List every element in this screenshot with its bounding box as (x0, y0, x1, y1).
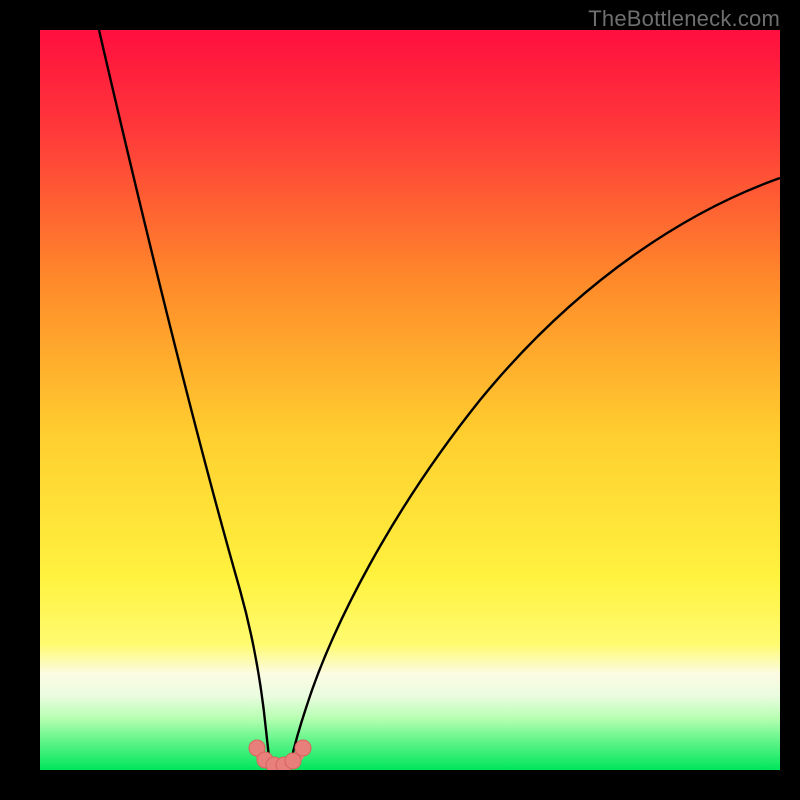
watermark-text: TheBottleneck.com (588, 6, 780, 32)
chart-frame: TheBottleneck.com (0, 0, 800, 800)
curve-layer (40, 30, 780, 770)
plot-area (40, 30, 780, 770)
marker-dot (285, 753, 301, 769)
marker-dot (295, 740, 311, 756)
bottleneck-curve-right (290, 178, 780, 765)
bottleneck-curve-left (99, 30, 270, 765)
marker-group (249, 740, 311, 770)
